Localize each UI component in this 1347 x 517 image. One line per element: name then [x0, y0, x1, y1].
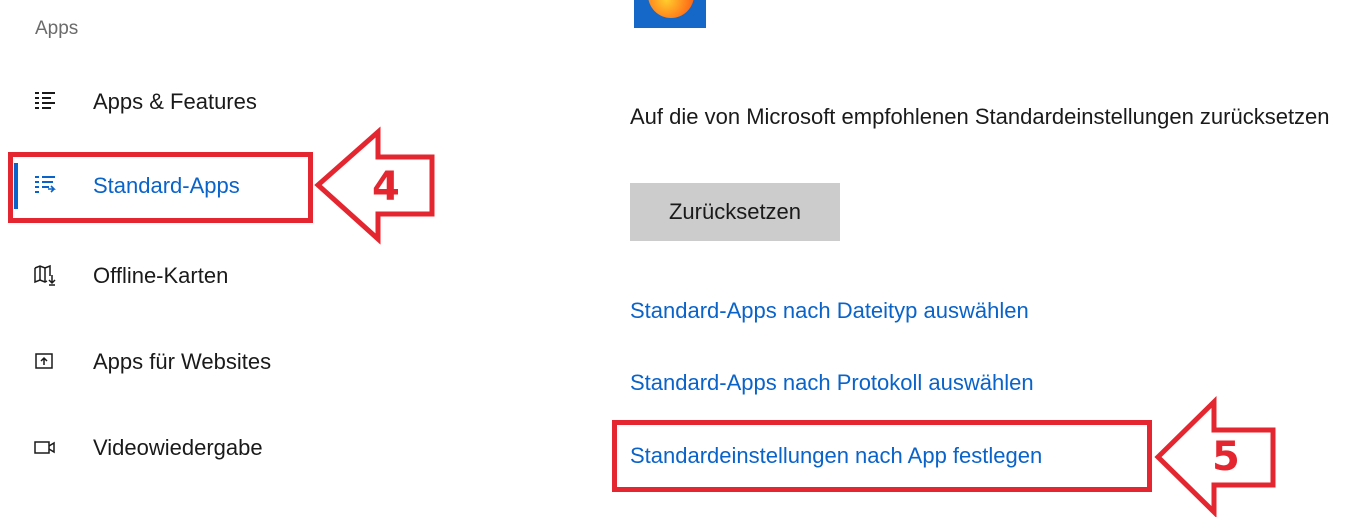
video-camera-icon	[34, 435, 56, 459]
app-icon[interactable]	[634, 0, 706, 28]
sidebar-item-label: Videowiedergabe	[93, 435, 263, 460]
annotation-box-step4	[8, 152, 313, 223]
sidebar-item-apps-for-websites[interactable]: Apps für Websites	[20, 339, 420, 385]
map-download-icon	[34, 263, 56, 287]
sidebar-item-label: Apps & Features	[93, 89, 257, 114]
link-apps-by-file-type[interactable]: Standard-Apps nach Dateityp auswählen	[630, 298, 1029, 324]
annotation-step-5: 5	[1212, 434, 1240, 480]
sidebar-item-offline-maps[interactable]: Offline-Karten	[20, 253, 420, 299]
sidebar-item-apps-features[interactable]: Apps & Features	[20, 79, 420, 125]
open-in-app-icon	[34, 349, 56, 373]
sidebar-item-label: Offline-Karten	[93, 263, 229, 288]
annotation-box-step5	[612, 420, 1152, 492]
sidebar-item-video-playback[interactable]: Videowiedergabe	[20, 425, 420, 471]
annotation-step-4: 4	[372, 164, 400, 210]
app-logo	[648, 0, 694, 18]
settings-sidebar: Apps Apps & Features Standard-Apps Offli…	[0, 0, 600, 517]
link-apps-by-protocol[interactable]: Standard-Apps nach Protokoll auswählen	[630, 370, 1034, 396]
section-title: Apps	[35, 18, 79, 39]
reset-description: Auf die von Microsoft empfohlenen Standa…	[630, 104, 1330, 129]
reset-button[interactable]: Zurücksetzen	[630, 183, 840, 241]
list-icon	[34, 89, 56, 113]
sidebar-item-label: Apps für Websites	[93, 349, 272, 374]
